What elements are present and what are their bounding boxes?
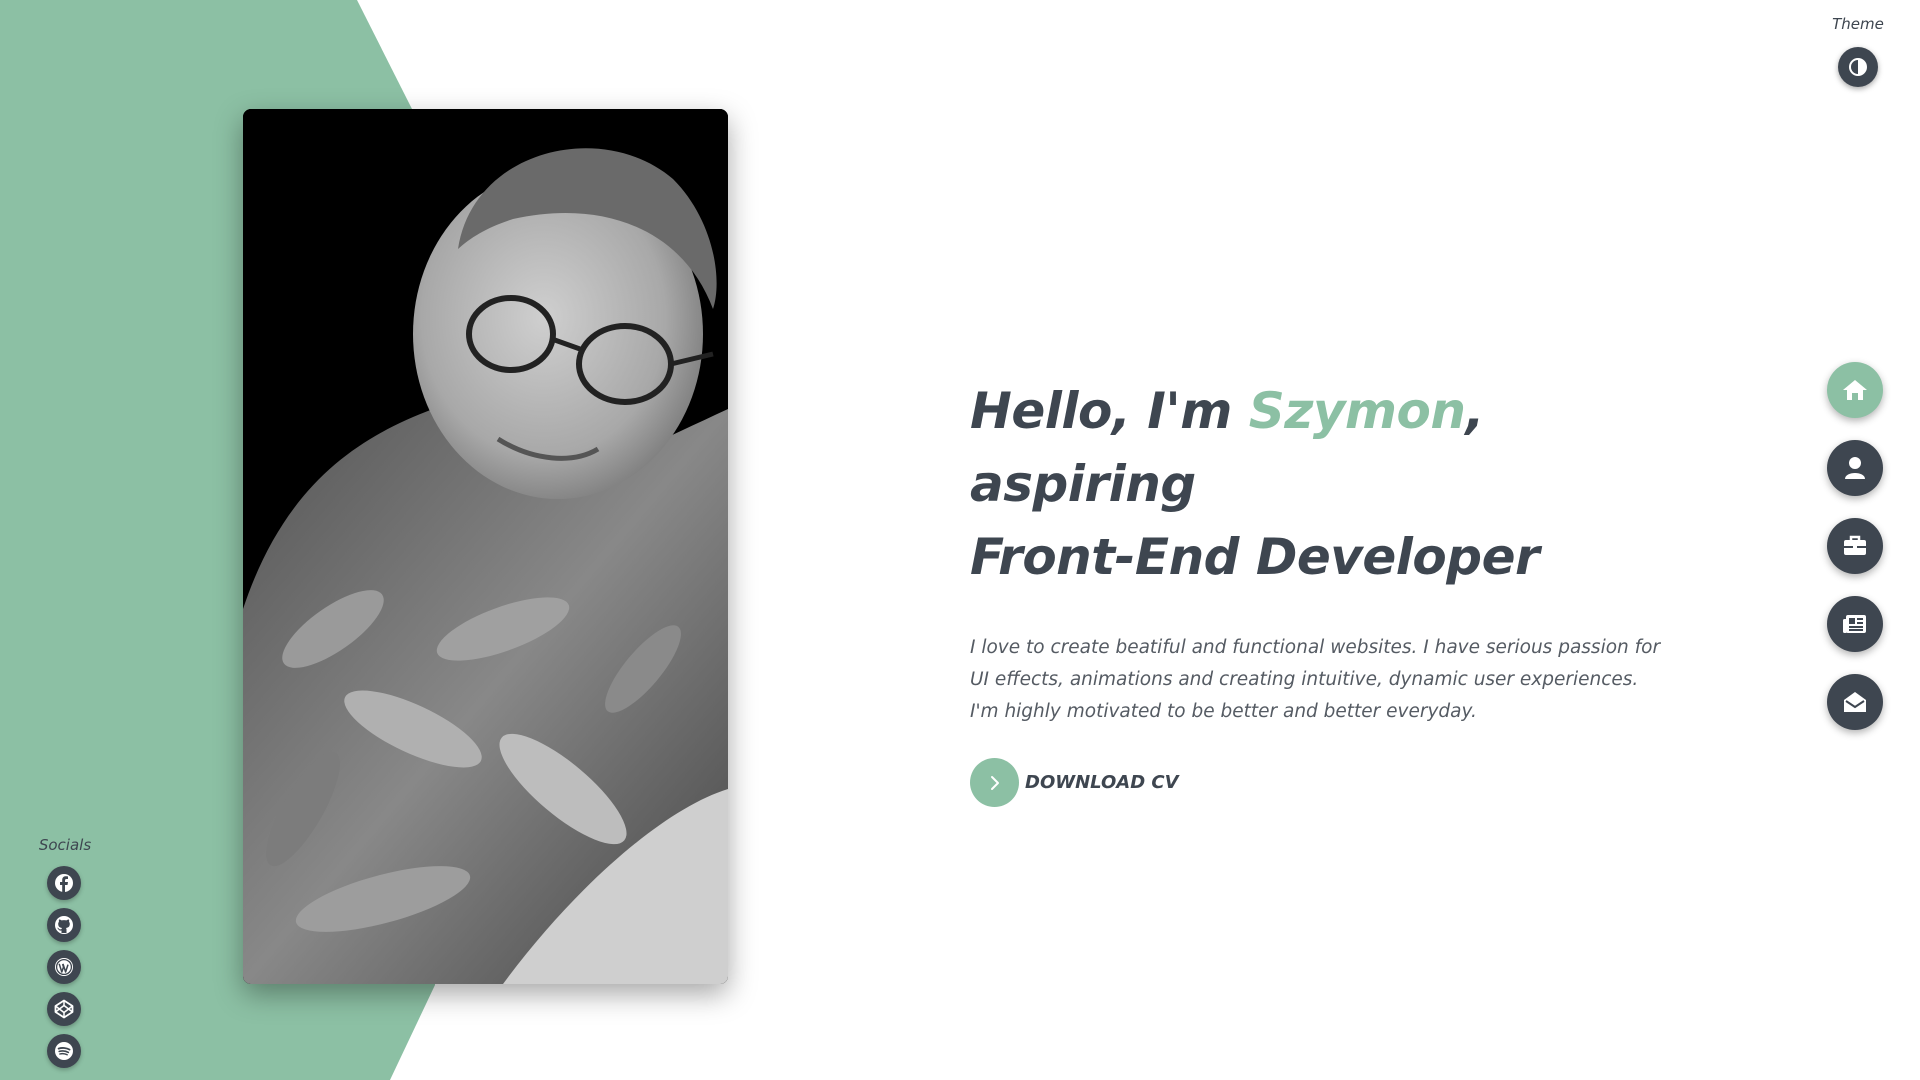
nav-portfolio-button[interactable] [1827,518,1883,574]
spotify-link[interactable] [47,1034,81,1068]
chevron-right-icon [987,775,1003,791]
hero-description: I love to create beatiful and functional… [970,637,1661,722]
github-link[interactable] [47,908,81,942]
codepen-icon [54,999,74,1019]
briefcase-icon [1843,535,1867,557]
envelope-open-icon [1843,690,1867,714]
profile-photo [243,109,728,984]
main-nav [1827,362,1883,752]
nav-blog-button[interactable] [1827,596,1883,652]
download-cv-label[interactable]: Download CV [1025,772,1179,793]
nav-about-button[interactable] [1827,440,1883,496]
half-circle-contrast-icon [1848,57,1868,77]
nav-contact-button[interactable] [1827,674,1883,730]
wordpress-link[interactable] [47,950,81,984]
codepen-link[interactable] [47,992,81,1026]
socials-list [47,866,81,1076]
github-icon [54,915,74,935]
theme-label: Theme [1832,15,1884,33]
page: Theme Hello, I'm Szymon, aspiring Front-… [0,0,1920,1080]
newspaper-icon [1843,614,1867,634]
spotify-icon [54,1041,74,1061]
hero-name: Szymon [1248,382,1466,440]
hero-title-line2: Front-End Developer [970,528,1540,586]
socials-label: Socials [38,836,92,854]
facebook-icon [54,873,74,893]
wordpress-icon [54,957,74,977]
user-icon [1844,456,1866,480]
hero-greeting: Hello, I'm [970,382,1249,440]
facebook-link[interactable] [47,866,81,900]
nav-home-button[interactable] [1827,362,1883,418]
home-icon [1842,378,1868,402]
download-cv-button-circle[interactable] [970,758,1019,807]
hero-section: Hello, I'm Szymon, aspiring Front-End De… [970,375,1690,807]
theme-toggle-button[interactable] [1838,47,1878,87]
hero-title: Hello, I'm Szymon, aspiring Front-End De… [970,375,1690,594]
download-cv-button[interactable]: Download CV [970,758,1690,807]
